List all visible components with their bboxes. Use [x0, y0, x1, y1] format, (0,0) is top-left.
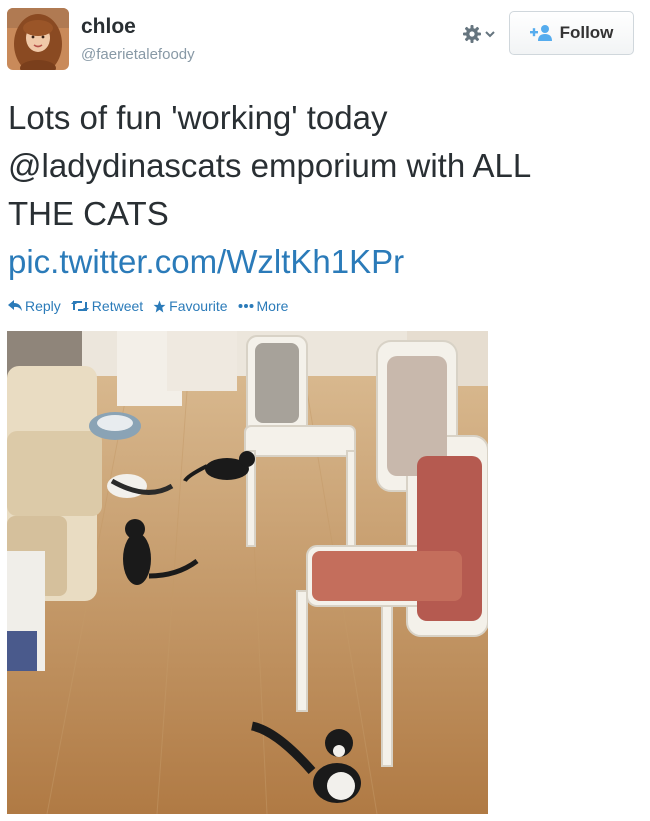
tweet-actions: Reply Retweet Favourite More [8, 296, 298, 316]
retweet-label: Retweet [91, 298, 144, 314]
tweet-text: Lots of fun 'working' today @ladydinasca… [8, 94, 638, 286]
gear-icon [463, 25, 481, 43]
star-icon [153, 300, 166, 312]
tweet-line-1: Lots of fun 'working' today [8, 99, 388, 136]
favourite-button[interactable]: Favourite [153, 298, 228, 314]
chevron-down-icon [485, 31, 495, 38]
user-actions-dropdown[interactable] [462, 24, 504, 44]
reply-icon [8, 300, 22, 311]
follow-label: Follow [559, 23, 614, 42]
tweet-line-3: THE CATS [8, 195, 169, 232]
avatar-image [7, 8, 69, 70]
more-icon [238, 304, 254, 308]
favourite-label: Favourite [169, 298, 228, 314]
avatar[interactable] [7, 8, 69, 70]
retweet-icon [70, 301, 89, 311]
user-handle[interactable]: @faerietalefoody [81, 46, 195, 63]
cats-room-photo [7, 331, 488, 814]
more-button[interactable]: More [238, 298, 289, 314]
retweet-button[interactable]: Retweet [70, 298, 144, 314]
reply-button[interactable]: Reply [8, 298, 61, 314]
tweet-line-2: @ladydinascats emporium with ALL [8, 147, 532, 184]
tweet-pic-link[interactable]: pic.twitter.com/WzltKh1KPr [8, 238, 638, 286]
reply-label: Reply [25, 298, 61, 314]
more-label: More [256, 298, 289, 314]
add-user-icon [529, 25, 552, 41]
tweet-photo[interactable] [7, 331, 488, 814]
follow-button[interactable]: Follow [509, 11, 634, 55]
user-name[interactable]: chloe [81, 15, 136, 39]
